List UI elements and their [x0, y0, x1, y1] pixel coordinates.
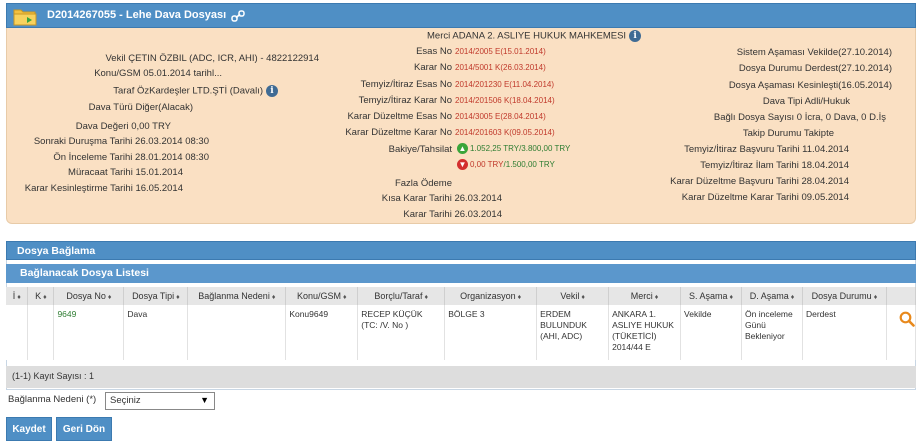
- fazla-odeme-row: Fazla Ödeme: [394, 178, 452, 189]
- kd-esas-value: 2014/3005 E(28.04.2014): [455, 112, 546, 121]
- back-button[interactable]: Geri Dön: [56, 417, 112, 441]
- cell-dosya-tipi: Dava: [123, 305, 189, 360]
- vekil-row: Vekil ÇETIN ÖZBIL (ADC, ICR, AHI) - 4822…: [105, 53, 320, 64]
- link-icon[interactable]: [231, 10, 245, 23]
- col-header-organizasyon[interactable]: Organizasyon ♦: [444, 287, 538, 305]
- col-header-dosya-durumu[interactable]: Dosya Durumu ♦: [802, 287, 887, 305]
- chevron-down-icon: ▼: [200, 395, 209, 405]
- baglanma-nedeni-label: Bağlanma Nedeni (*): [8, 394, 97, 405]
- arrow-up-icon: ▲: [457, 143, 468, 154]
- save-button[interactable]: Kaydet: [6, 417, 52, 441]
- kd-esas-row: Karar Düzeltme Esas No: [347, 111, 452, 122]
- list-header: Bağlanacak Dosya Listesi: [6, 264, 916, 283]
- muracaat-row: Müracaat Tarihi 15.01.2014: [68, 167, 183, 178]
- col-header-dosya-no[interactable]: Dosya No ♦: [53, 287, 125, 305]
- esas-no-value: 2014/2005 E(15.01.2014): [455, 47, 546, 56]
- dosya-asamasi-row: Dosya Aşaması Kesinleşti(16.05.2014): [728, 80, 892, 91]
- konu-row: Konu/GSM 05.01.2014 tarihl...: [94, 68, 222, 79]
- kisa-karar-row: Kısa Karar Tarihi 26.03.2014: [381, 193, 502, 204]
- file-title: D2014267055 - Lehe Dava Dosyası: [47, 9, 227, 21]
- col-header-konu[interactable]: Konu/GSM ♦: [285, 287, 359, 305]
- dava-turu-row: Dava Türü Diğer(Alacak): [88, 102, 193, 113]
- cell-borclu: RECEP KÜÇÜK (TC: /V. No ): [357, 305, 446, 360]
- merci-row: Merci ADANA 2. ASLIYE HUKUK MAHKEMESI i: [427, 30, 642, 42]
- temyiz-ilam-row: Temyiz/İtiraz İlam Tarihi 18.04.2014: [700, 160, 849, 171]
- cell-baglanma-nedeni: [187, 305, 287, 360]
- temyiz-karar-value: 2014/201506 K(18.04.2014): [455, 96, 555, 105]
- temyiz-basvuru-row: Temyiz/İtiraz Başvuru Tarihi 11.04.2014: [684, 144, 849, 155]
- info-icon[interactable]: i: [266, 85, 278, 97]
- col-header-dosya-tipi[interactable]: Dosya Tipi ♦: [123, 287, 189, 305]
- cell-konu: Konu9649: [285, 305, 359, 360]
- col-header-baglanma-nedeni[interactable]: Bağlanma Nedeni ♦: [187, 287, 287, 305]
- cell-organizasyon: BÖLGE 3: [444, 305, 538, 360]
- file-info-panel: Vekil ÇETIN ÖZBIL (ADC, ICR, AHI) - 4822…: [6, 28, 916, 224]
- search-icon[interactable]: [899, 311, 915, 327]
- durusma-row: Sonraki Duruşma Tarihi 26.03.2014 08:30: [33, 136, 209, 147]
- cell-vekil: ERDEM BULUNDUK (AHI, ADC): [536, 305, 610, 360]
- col-header-merci[interactable]: Merci ♦: [608, 287, 682, 305]
- cell-k: [27, 305, 55, 360]
- col-header-s-asama[interactable]: S. Aşama ♦: [680, 287, 743, 305]
- col-header-borclu[interactable]: Borçlu/Taraf ♦: [357, 287, 446, 305]
- cell-merci: ANKARA 1. ASLIYE HUKUK (TÜKETİCİ) 2014/4…: [608, 305, 682, 360]
- bakiye-down-value: ▼ 0,00 TRY/1.500,00 TRY: [457, 159, 555, 170]
- dosya-durumu-row: Dosya Durumu Derdest(27.10.2014): [738, 63, 892, 74]
- kd-karar-value: 2014/201603 K(09.05.2014): [455, 128, 555, 137]
- kd-karar-tarihi-row: Karar Düzeltme Karar Tarihi 09.05.2014: [681, 192, 849, 203]
- file-header-bar: D2014267055 - Lehe Dava Dosyası: [6, 3, 916, 28]
- section-header: Dosya Bağlama: [6, 241, 916, 260]
- baglanma-nedeni-select[interactable]: Seçiniz ▼: [105, 392, 215, 410]
- cell-i: [6, 305, 29, 360]
- file-list-table: İ ♦ K ♦ Dosya No ♦ Dosya Tipi ♦ Bağlanma Ned…: [6, 287, 917, 360]
- record-count: (1-1) Kayıt Sayısı : 1: [6, 366, 916, 388]
- col-header-i[interactable]: İ ♦: [6, 287, 29, 305]
- col-header-vekil[interactable]: Vekil ♦: [536, 287, 610, 305]
- cell-d-asama: Ön inceleme Günü Bekleniyor: [741, 305, 803, 360]
- karar-no-row: Karar No: [413, 62, 452, 73]
- bakiye-up-value: ▲ 1.052,25 TRY/3.800,00 TRY: [457, 143, 571, 154]
- bakiye-row: Bakiye/Tahsilat: [388, 144, 452, 155]
- folder-icon: [13, 9, 37, 26]
- cell-s-asama: Vekilde: [680, 305, 743, 360]
- col-header-d-asama[interactable]: D. Aşama ♦: [741, 287, 803, 305]
- table-header-row: İ ♦ K ♦ Dosya No ♦ Dosya Tipi ♦ Bağlanma Ned…: [6, 287, 917, 305]
- taraf-row: Taraf ÖzKardeşler LTD.ŞTİ (Davalı) i: [113, 85, 278, 97]
- info-icon[interactable]: i: [629, 30, 642, 42]
- table-row[interactable]: 9649 Dava Konu9649 RECEP KÜÇÜK (TC: /V. …: [6, 305, 917, 360]
- col-header-action: [886, 287, 917, 305]
- on-inceleme-row: Ön İnceleme Tarihi 28.01.2014 08:30: [53, 152, 209, 163]
- dava-degeri-row: Dava Değeri 0,00 TRY: [75, 121, 171, 132]
- temyiz-esas-value: 2014/201230 E(11.04.2014): [455, 80, 555, 89]
- esas-no-row: Esas No: [416, 46, 452, 57]
- takip-durumu-row: Takip Durumu Takipte: [742, 128, 834, 139]
- temyiz-esas-row: Temyiz/İtiraz Esas No: [360, 79, 452, 90]
- kd-karar-row: Karar Düzeltme Karar No: [345, 127, 452, 138]
- col-header-k[interactable]: K ♦: [27, 287, 55, 305]
- dava-tipi-row: Dava Tipi Adli/Hukuk: [762, 96, 850, 107]
- cell-dosya-durumu: Derdest: [802, 305, 887, 360]
- bagli-dosya-row: Bağlı Dosya Sayısı 0 İcra, 0 Dava, 0 D.İ…: [713, 112, 886, 123]
- sistem-asamasi-row: Sistem Aşaması Vekilde(27.10.2014): [736, 47, 892, 58]
- arrow-down-icon: ▼: [457, 159, 468, 170]
- select-value: Seçiniz: [110, 395, 141, 406]
- cell-dosya-no[interactable]: 9649: [53, 305, 125, 360]
- karar-tarihi-row: Karar Tarihi 26.03.2014: [403, 209, 502, 220]
- karar-kesinlestirme-row: Karar Kesinleştirme Tarihi 16.05.2014: [24, 183, 183, 194]
- temyiz-karar-row: Temyiz/İtiraz Karar No: [358, 95, 452, 106]
- karar-no-value: 2014/5001 K(26.03.2014): [455, 63, 546, 72]
- kd-basvuru-row: Karar Düzeltme Başvuru Tarihi 28.04.2014: [670, 176, 849, 187]
